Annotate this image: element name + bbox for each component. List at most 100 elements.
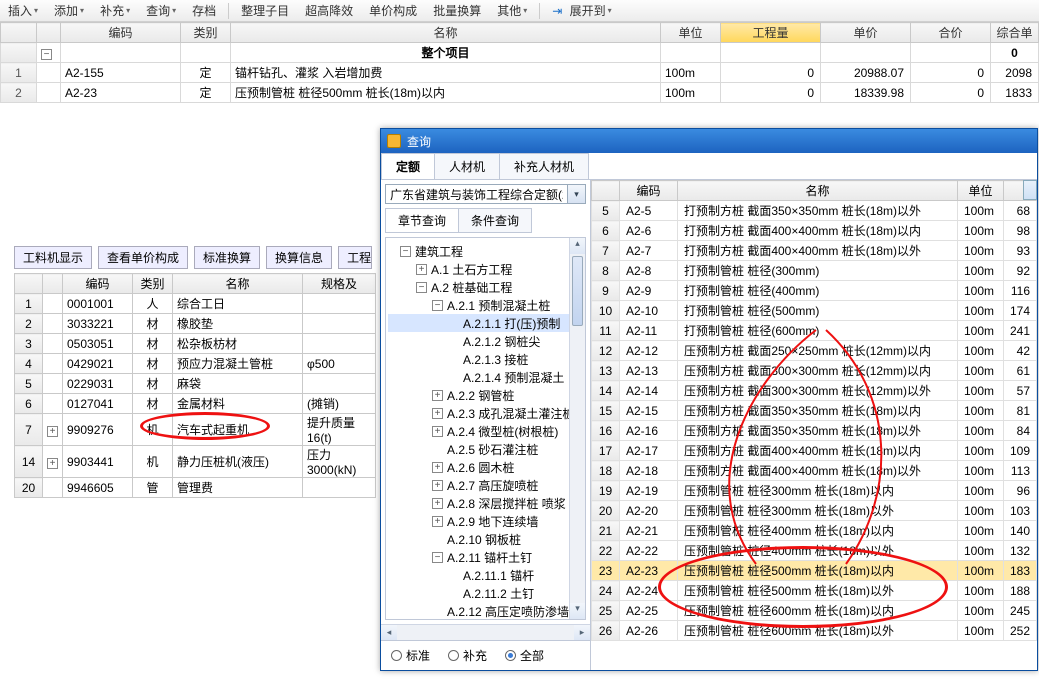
- resource-row[interactable]: 50229031材麻袋: [15, 374, 376, 394]
- col-unit[interactable]: 单位: [661, 23, 721, 43]
- result-row[interactable]: 18A2-18压预制方桩 截面400×400mm 桩长(18m)以外100m11…: [592, 461, 1037, 481]
- tree-node[interactable]: +A.2.8 深层搅拌桩 喷浆: [388, 494, 583, 512]
- expand-icon[interactable]: +: [47, 458, 58, 469]
- scroll-left-icon[interactable]: ◂: [381, 625, 397, 640]
- tree-vscroll[interactable]: ▴ ▾: [569, 238, 585, 619]
- tree-node[interactable]: A.2.5 砂石灌注桩: [388, 440, 583, 458]
- tb-batch[interactable]: 批量换算: [429, 2, 485, 19]
- side-button[interactable]: [1023, 180, 1037, 200]
- col-cat[interactable]: 类别: [133, 274, 173, 294]
- tree-toggle-icon[interactable]: +: [432, 462, 443, 473]
- tb-expand[interactable]: ⇥ 展开到▾: [548, 2, 615, 19]
- col-price[interactable]: 单价: [821, 23, 911, 43]
- col-code[interactable]: 编码: [63, 274, 133, 294]
- tree-node[interactable]: +A.2.3 成孔混凝土灌注桩: [388, 404, 583, 422]
- tree-node[interactable]: −建筑工程: [388, 242, 583, 260]
- result-row[interactable]: 24A2-24压预制管桩 桩径500mm 桩长(18m)以外100m188: [592, 581, 1037, 601]
- tb-save[interactable]: 存档: [188, 2, 220, 19]
- tb-other[interactable]: 其他▾: [493, 2, 531, 19]
- result-row[interactable]: 8A2-8打预制管桩 桩径(300mm)100m92: [592, 261, 1037, 281]
- scroll-up-icon[interactable]: ▴: [570, 238, 585, 254]
- tree-node[interactable]: +A.2.2 钢管桩: [388, 386, 583, 404]
- resource-row[interactable]: 209946605管管理费: [15, 478, 376, 498]
- result-row[interactable]: 21A2-21压预制管桩 桩径400mm 桩长(18m)以内100m140: [592, 521, 1037, 541]
- tree-node[interactable]: A.2.1.2 钢桩尖: [388, 332, 583, 350]
- tree-node[interactable]: A.2.1.3 接桩: [388, 350, 583, 368]
- col-code[interactable]: 编码: [61, 23, 181, 43]
- radio-std[interactable]: 标准: [391, 647, 430, 664]
- resource-row[interactable]: 10001001人综合工日: [15, 294, 376, 314]
- tab-material[interactable]: 工料机显示: [14, 246, 92, 269]
- grid-row[interactable]: 2A2-23定压预制管桩 桩径500mm 桩长(18m)以内100m018339…: [1, 83, 1039, 103]
- tree-node[interactable]: +A.2.9 地下连续墙: [388, 512, 583, 530]
- tab-labor[interactable]: 人材机: [434, 153, 500, 179]
- tree-node[interactable]: A.2.12 高压定喷防渗墙: [388, 602, 583, 620]
- result-row[interactable]: 12A2-12压预制方桩 截面250×250mm 桩长(12mm)以内100m4…: [592, 341, 1037, 361]
- tree-toggle-icon[interactable]: +: [416, 264, 427, 275]
- quota-lib-combo[interactable]: ▾: [385, 184, 586, 204]
- tree-node[interactable]: A.2.1.4 预制混凝土: [388, 368, 583, 386]
- subtab-chapter[interactable]: 章节查询: [385, 208, 459, 233]
- tree-toggle-icon[interactable]: +: [432, 390, 443, 401]
- quota-lib-input[interactable]: [385, 184, 568, 204]
- result-row[interactable]: 11A2-11打预制管桩 桩径(600mm)100m241: [592, 321, 1037, 341]
- tree-toggle-icon[interactable]: +: [432, 480, 443, 491]
- chevron-down-icon[interactable]: ▾: [568, 184, 586, 204]
- tree-node[interactable]: −A.2.1 预制混凝土桩: [388, 296, 583, 314]
- resource-row[interactable]: 60127041材金属材料(摊销): [15, 394, 376, 414]
- radio-supp[interactable]: 补充: [448, 647, 487, 664]
- result-row[interactable]: 17A2-17压预制方桩 截面400×400mm 桩长(18m)以内100m10…: [592, 441, 1037, 461]
- resource-row[interactable]: 30503051材松杂板枋材: [15, 334, 376, 354]
- tb-height[interactable]: 超高降效: [301, 2, 357, 19]
- tree-node[interactable]: +A.2.4 微型桩(树根桩): [388, 422, 583, 440]
- result-row[interactable]: 7A2-7打预制方桩 截面400×400mm 桩长(18m)以外100m93: [592, 241, 1037, 261]
- resource-row[interactable]: 7+9909276机汽车式起重机提升质量16(t): [15, 414, 376, 446]
- resource-row[interactable]: 14+9903441机静力压桩机(液压)压力3000(kN): [15, 446, 376, 478]
- result-row[interactable]: 19A2-19压预制管桩 桩径300mm 桩长(18m)以内100m96: [592, 481, 1037, 501]
- tree-node[interactable]: A.2.11.1 锚杆: [388, 566, 583, 584]
- tree-toggle-icon[interactable]: −: [432, 300, 443, 311]
- tb-insert[interactable]: 插入▾: [4, 2, 42, 19]
- tree-node[interactable]: A.2.1.1 打(压)预制: [388, 314, 583, 332]
- rc-code[interactable]: 编码: [620, 181, 678, 201]
- grid-row[interactable]: 1A2-155定锚杆钻孔、灌浆 入岩增加费100m020988.0702098: [1, 63, 1039, 83]
- chapter-tree[interactable]: −建筑工程+A.1 土石方工程−A.2 桩基础工程−A.2.1 预制混凝土桩A.…: [385, 237, 586, 620]
- result-row[interactable]: 25A2-25压预制管桩 桩径600mm 桩长(18m)以内100m245: [592, 601, 1037, 621]
- col-name[interactable]: 名称: [173, 274, 303, 294]
- result-row[interactable]: 5A2-5打预制方桩 截面350×350mm 桩长(18m)以外100m68: [592, 201, 1037, 221]
- tree-node[interactable]: A.2.10 钢板桩: [388, 530, 583, 548]
- tree-node[interactable]: +A.1 土石方工程: [388, 260, 583, 278]
- tab-qty[interactable]: 工程量: [338, 246, 372, 269]
- resource-row[interactable]: 23033221材橡胶垫: [15, 314, 376, 334]
- tree-toggle-icon[interactable]: +: [432, 408, 443, 419]
- col-spec[interactable]: 规格及: [303, 274, 376, 294]
- project-row[interactable]: − 整个项目 0: [1, 43, 1039, 63]
- scroll-right-icon[interactable]: ▸: [574, 625, 590, 640]
- result-row[interactable]: 6A2-6打预制方桩 截面400×400mm 桩长(18m)以内100m98: [592, 221, 1037, 241]
- tree-node[interactable]: +A.2.6 圆木桩: [388, 458, 583, 476]
- result-row[interactable]: 26A2-26压预制管桩 桩径600mm 桩长(18m)以外100m252: [592, 621, 1037, 641]
- tb-priceform[interactable]: 单价构成: [365, 2, 421, 19]
- tb-query[interactable]: 查询▾: [142, 2, 180, 19]
- resource-row[interactable]: 40429021材预应力混凝土管桩φ500: [15, 354, 376, 374]
- tree-toggle-icon[interactable]: +: [432, 498, 443, 509]
- col-cat[interactable]: 类别: [181, 23, 231, 43]
- scroll-thumb[interactable]: [572, 256, 583, 326]
- tree-toggle-icon[interactable]: +: [432, 426, 443, 437]
- result-row[interactable]: 16A2-16压预制方桩 截面350×350mm 桩长(18m)以外100m84: [592, 421, 1037, 441]
- subtab-cond[interactable]: 条件查询: [458, 208, 532, 233]
- tab-convinfo[interactable]: 换算信息: [266, 246, 332, 269]
- tb-supp[interactable]: 补充▾: [96, 2, 134, 19]
- tree-toggle-icon[interactable]: −: [432, 552, 443, 563]
- rc-name[interactable]: 名称: [678, 181, 958, 201]
- tb-add[interactable]: 添加▾: [50, 2, 88, 19]
- result-row[interactable]: 14A2-14压预制方桩 截面300×300mm 桩长(12mm)以外100m5…: [592, 381, 1037, 401]
- result-row[interactable]: 15A2-15压预制方桩 截面350×350mm 桩长(18m)以内100m81: [592, 401, 1037, 421]
- tree-node[interactable]: −A.2.11 锚杆土钉: [388, 548, 583, 566]
- result-row[interactable]: 9A2-9打预制管桩 桩径(400mm)100m116: [592, 281, 1037, 301]
- tab-stdconv[interactable]: 标准换算: [194, 246, 260, 269]
- result-row[interactable]: 20A2-20压预制管桩 桩径300mm 桩长(18m)以外100m103: [592, 501, 1037, 521]
- dialog-titlebar[interactable]: 查询: [381, 129, 1037, 153]
- col-name[interactable]: 名称: [231, 23, 661, 43]
- result-row[interactable]: 22A2-22压预制管桩 桩径400mm 桩长(18m)以外100m132: [592, 541, 1037, 561]
